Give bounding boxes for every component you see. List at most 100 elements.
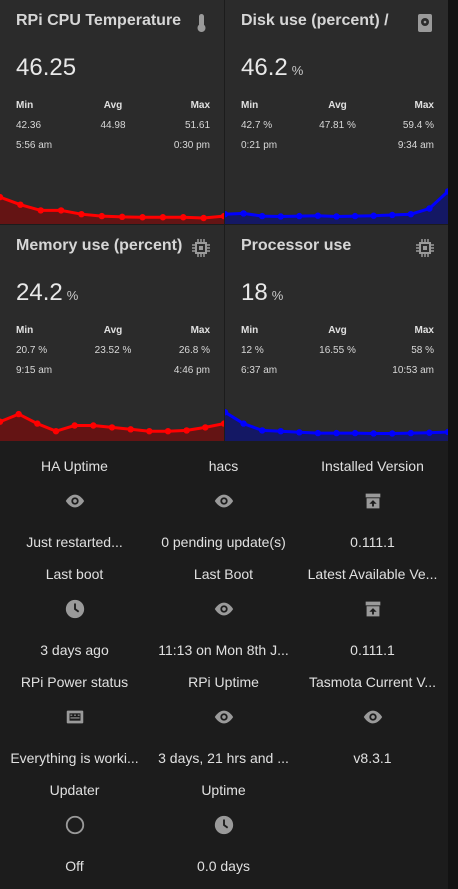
stats: Min Avg Max 42.36 44.98 51.61 5:56 am 0:30 pm — [16, 100, 211, 151]
entity-state: 11:13 on Mon 8th J... — [158, 642, 289, 658]
graph-point — [164, 428, 172, 435]
sensor-card-disk-use[interactable]: Disk use (percent) / 46.2% Min Avg Max 42.… — [225, 0, 448, 224]
graph-point — [180, 214, 187, 221]
entity-name: Updater — [49, 782, 100, 798]
entity-name: RPi Uptime — [188, 674, 259, 690]
graph-point — [296, 212, 303, 220]
scrollbar[interactable] — [448, 0, 458, 889]
graph-point — [426, 205, 433, 212]
history-graph — [225, 188, 448, 224]
package-up-icon — [362, 598, 384, 620]
graph-point — [159, 214, 167, 221]
graph-point — [34, 420, 41, 427]
graph-point — [78, 211, 85, 218]
harddisk-icon — [414, 12, 436, 34]
graph-point — [370, 430, 377, 437]
glance-card: HA Uptime Just restarted... hacs 0 pendi… — [0, 450, 448, 889]
graph-point — [407, 429, 415, 437]
stats: Min Avg Max 12 % 16.55 % 58 % 6:37 am 10:53 a… — [241, 325, 434, 376]
sensor-value: 18% — [241, 279, 284, 306]
entity-installed-version[interactable]: Installed Version 0.111.1 — [298, 450, 447, 558]
stats: Min Avg Max 42.7 % 47.81 % 59.4 % 0:21 pm 9:3… — [241, 100, 434, 151]
graph-point — [426, 429, 433, 436]
graph-point — [258, 427, 266, 434]
entity-ha-uptime[interactable]: HA Uptime Just restarted... — [0, 450, 149, 558]
entity-state: Off — [65, 858, 84, 874]
graph-point — [15, 410, 22, 418]
entity-state: 0.111.1 — [350, 534, 395, 550]
entity-latest-available-version[interactable]: Latest Available Ve... 0.111.1 — [298, 558, 447, 666]
clock-icon — [213, 814, 235, 836]
graph-line — [225, 190, 448, 219]
history-graph — [225, 409, 448, 441]
graph-point — [314, 212, 322, 219]
graph-point — [200, 214, 207, 222]
graph-point — [37, 207, 44, 214]
graph-point — [333, 213, 340, 220]
circle-outline-icon — [64, 814, 86, 836]
unit: % — [66, 288, 79, 303]
chip-icon — [190, 237, 212, 259]
eye-icon — [213, 598, 235, 620]
entity-updater[interactable]: Updater Off — [0, 774, 149, 882]
sensor-card-memory-use[interactable]: Memory use (percent) 24.2% Min Avg Max 20.… — [0, 225, 224, 441]
eye-icon — [213, 706, 235, 728]
entity-name: hacs — [208, 458, 239, 474]
graph-point — [52, 428, 60, 435]
card-title: Memory use (percent) — [16, 237, 183, 254]
graph-point — [370, 212, 377, 219]
entity-rpi-uptime[interactable]: RPi Uptime 3 days, 21 hrs and ... — [149, 666, 298, 774]
graph-point — [108, 424, 116, 431]
graph-point — [90, 422, 97, 429]
entity-name: Installed Version — [321, 458, 424, 474]
sensor-card-processor-use[interactable]: Processor use 18% Min Avg Max 12 % 16.55 % 5… — [225, 225, 448, 441]
entity-state: v8.3.1 — [353, 750, 392, 766]
graph-point — [277, 213, 284, 220]
graph-point — [351, 212, 359, 220]
graph-point — [71, 422, 78, 429]
entity-uptime[interactable]: Uptime 0.0 days — [149, 774, 298, 882]
graph-point — [389, 211, 396, 219]
entity-name: RPi Power status — [20, 674, 129, 690]
graph-point — [296, 429, 303, 436]
entity-state: Everything is worki... — [10, 750, 139, 766]
package-up-icon — [362, 490, 384, 512]
graph-fill — [225, 412, 448, 441]
graph-point — [146, 428, 153, 435]
sensor-value: 24.2% — [16, 279, 79, 306]
history-graph — [0, 410, 224, 441]
eye-icon — [362, 706, 384, 728]
entity-name: Last boot — [45, 566, 104, 582]
graph-point — [127, 426, 134, 433]
entity-name: Tasmota Current V... — [308, 674, 437, 690]
entity-last-boot[interactable]: Last boot 3 days ago — [0, 558, 149, 666]
entity-last-boot-time[interactable]: Last Boot 11:13 on Mon 8th J... — [149, 558, 298, 666]
entity-state: Just restarted... — [26, 534, 123, 550]
graph-point — [57, 207, 65, 214]
graph-point — [351, 429, 359, 437]
entity-state: 3 days ago — [40, 642, 109, 658]
card-title: Disk use (percent) / — [241, 12, 389, 29]
sensor-card-cpu-temperature[interactable]: RPi CPU Temperature 46.25 Min Avg Max 42.3… — [0, 0, 224, 224]
graph-point — [389, 430, 396, 437]
graph-point — [240, 420, 247, 427]
entity-hacs[interactable]: hacs 0 pending update(s) — [149, 450, 298, 558]
entity-rpi-power-status[interactable]: RPi Power status Everything is worki... — [0, 666, 149, 774]
stats: Min Avg Max 20.7 % 23.52 % 26.8 % 9:15 am 4:4… — [16, 325, 211, 376]
entity-tasmota-current-version[interactable]: Tasmota Current V... v8.3.1 — [298, 666, 447, 774]
card-title: RPi CPU Temperature — [16, 12, 182, 29]
history-graph — [0, 193, 224, 224]
graph-point — [277, 428, 284, 435]
graph-point — [258, 212, 266, 220]
graph-fill — [0, 197, 224, 224]
entity-name: Last Boot — [193, 566, 254, 582]
entity-name: Uptime — [201, 782, 246, 798]
graph-point — [17, 201, 24, 208]
eye-icon — [213, 490, 235, 512]
graph-point — [314, 429, 322, 437]
entity-state: 0 pending update(s) — [161, 534, 286, 550]
graph-point — [333, 429, 340, 437]
graph-point — [118, 213, 126, 221]
graph-point — [98, 212, 106, 220]
entity-name: Latest Available Ve... — [307, 566, 438, 582]
